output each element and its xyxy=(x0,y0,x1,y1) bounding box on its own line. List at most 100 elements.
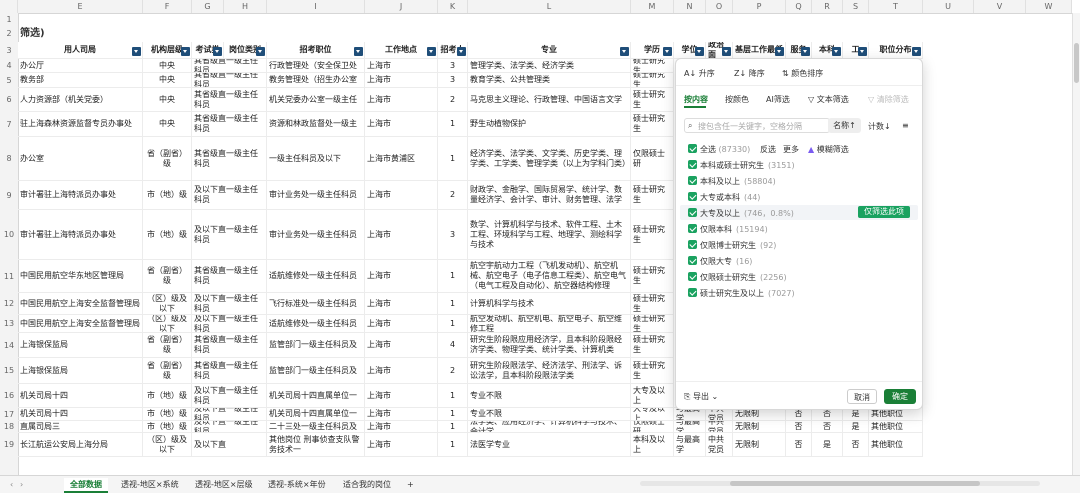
table-cell[interactable]: 及以下直一级主任科员 xyxy=(192,384,267,408)
table-cell[interactable]: 1 xyxy=(438,433,468,457)
filter-dropdown-icon[interactable] xyxy=(256,47,265,56)
table-cell[interactable]: 二十三处一级主任科员及 xyxy=(267,421,365,433)
table-cell[interactable]: 机关司局十四直属单位一 xyxy=(267,408,365,421)
row-number[interactable]: 11 xyxy=(0,260,18,293)
column-letter[interactable]: N xyxy=(674,0,706,13)
filter-item-checkbox[interactable] xyxy=(688,240,697,249)
table-cell[interactable]: 中国民用航空华东地区管理局 xyxy=(18,260,143,293)
column-letter[interactable]: F xyxy=(143,0,192,13)
column-letter[interactable]: Q xyxy=(786,0,812,13)
table-cell[interactable]: 1 xyxy=(438,137,468,181)
next-sheet-icon[interactable]: › xyxy=(14,478,29,491)
table-cell[interactable]: 是 xyxy=(812,433,843,457)
table-cell[interactable]: 省（副省）级 xyxy=(143,260,192,293)
column-letter[interactable]: L xyxy=(468,0,631,13)
table-cell[interactable]: 审计业务处一级主任科员 xyxy=(267,181,365,210)
table-cell[interactable]: 中国民用航空上海安全监督管理局 xyxy=(18,293,143,315)
table-cell[interactable]: 人力资源部（机关党委） xyxy=(18,88,143,112)
table-cell[interactable]: 省（副省）级 xyxy=(143,137,192,181)
table-cell[interactable]: 中国民用航空上海安全监督管理局 xyxy=(18,315,143,333)
filter-item-label[interactable]: 仅限博士研究生 (92) xyxy=(700,240,776,251)
column-letter[interactable]: T xyxy=(869,0,923,13)
table-cell[interactable]: 本科及以上 xyxy=(631,433,674,457)
cancel-button[interactable]: 取消 xyxy=(847,389,877,404)
export-button[interactable]: ⎘ 导出 ⌄ xyxy=(684,391,718,402)
table-cell[interactable]: 大专及以上 xyxy=(631,408,674,421)
table-cell[interactable]: 上海市 xyxy=(365,112,438,137)
table-cell[interactable]: 上海市 xyxy=(365,384,438,408)
column-letter[interactable]: J xyxy=(365,0,438,13)
filter-dropdown-icon[interactable] xyxy=(181,47,190,56)
filter-dropdown-icon[interactable] xyxy=(722,47,731,56)
table-cell[interactable]: 3 xyxy=(438,59,468,73)
table-cell[interactable]: 硕士研究生 xyxy=(631,59,674,73)
table-cell[interactable]: 驻上海森林资源监督专员办事处 xyxy=(18,112,143,137)
table-cell[interactable]: 上海银保监局 xyxy=(18,333,143,358)
row-number[interactable]: 10 xyxy=(0,210,18,260)
table-cell[interactable]: 教务部 xyxy=(18,73,143,88)
table-cell[interactable]: 及以下直一级主任科员 xyxy=(192,181,267,210)
table-cell[interactable]: 教育学类、公共管理类 xyxy=(468,73,631,88)
table-cell[interactable]: 2 xyxy=(438,358,468,384)
add-sheet-button[interactable]: + xyxy=(401,478,420,491)
table-cell[interactable]: 法医学专业 xyxy=(468,433,631,457)
table-cell[interactable]: 审计署驻上海特派员办事处 xyxy=(18,181,143,210)
table-cell[interactable]: 与最高学 xyxy=(674,433,706,457)
vertical-scrollbar[interactable] xyxy=(1072,13,1080,475)
sheet-tab[interactable]: 全部数据 xyxy=(64,478,108,493)
row-number[interactable]: 7 xyxy=(0,112,18,137)
filter-item-checkbox[interactable] xyxy=(688,272,697,281)
table-cell[interactable]: 市（地）级 xyxy=(143,210,192,260)
select-all-checkbox[interactable] xyxy=(688,144,697,153)
table-cell[interactable]: 监管部门一级主任科员及 xyxy=(267,333,365,358)
table-cell[interactable]: 及以下直 xyxy=(192,433,267,457)
table-cell[interactable]: 财政学、金融学、国际贸易学、统计学、数量经济学、会计学、审计、财务管理、法学 xyxy=(468,181,631,210)
table-cell[interactable]: 1 xyxy=(438,408,468,421)
table-cell[interactable]: 研究生阶段限法学、经济法学、刑法学、诉讼法学，且本科阶段限法学类 xyxy=(468,358,631,384)
column-letter[interactable]: I xyxy=(267,0,365,13)
table-cell[interactable]: 专业不限 xyxy=(468,384,631,408)
filter-item-checkbox[interactable] xyxy=(688,192,697,201)
table-cell[interactable]: 监管部门一级主任科员及 xyxy=(267,358,365,384)
table-cell[interactable]: 上海市 xyxy=(365,260,438,293)
table-cell[interactable]: 办公厅 xyxy=(18,59,143,73)
row-number[interactable]: 1 xyxy=(0,13,18,26)
table-cell[interactable]: 中央 xyxy=(143,59,192,73)
table-cell[interactable]: 中共党员 xyxy=(706,433,733,457)
table-cell[interactable]: 经济学类、法学类、文学类、历史学类、理学类、工学类、管理学类（以上为学科门类） xyxy=(468,137,631,181)
table-cell[interactable]: 上海市 xyxy=(365,293,438,315)
table-cell[interactable]: 马克思主义理论、行政管理、中国语言文学 xyxy=(468,88,631,112)
column-letter[interactable]: M xyxy=(631,0,674,13)
table-cell[interactable]: 中央 xyxy=(143,112,192,137)
table-cell[interactable]: 上海市 xyxy=(365,433,438,457)
table-cell[interactable]: 市（地）级 xyxy=(143,181,192,210)
table-cell[interactable]: 及以下直一级主任科员 xyxy=(192,210,267,260)
filter-dropdown-icon[interactable] xyxy=(213,47,222,56)
more-button[interactable]: 更多 xyxy=(783,144,799,155)
filter-dropdown-icon[interactable] xyxy=(775,47,784,56)
filter-item-label[interactable]: 仅限硕士研究生 (2256) xyxy=(700,272,787,283)
filter-item-label[interactable]: 本科或硕士研究生 (3151) xyxy=(700,160,795,171)
filter-item-label[interactable]: 仅限本科 (15194) xyxy=(700,224,768,235)
tab-ai-filter[interactable]: AI筛选 xyxy=(766,94,790,105)
filter-item-checkbox[interactable] xyxy=(688,208,697,217)
table-cell[interactable]: 其省级直一级主任科员 xyxy=(192,59,267,73)
table-cell[interactable]: 其他职位 xyxy=(869,421,923,433)
corner-cell[interactable] xyxy=(0,0,18,13)
filter-item-checkbox[interactable] xyxy=(688,176,697,185)
table-cell[interactable]: 省（副省）级 xyxy=(143,358,192,384)
row-number[interactable]: 2 xyxy=(0,26,18,42)
sort-by-name-button[interactable]: 名称↑ xyxy=(828,118,861,133)
table-cell[interactable]: 其省级直一级主任科员 xyxy=(192,137,267,181)
table-cell[interactable]: 2 xyxy=(438,88,468,112)
row-number[interactable]: 6 xyxy=(0,88,18,112)
table-cell[interactable]: 硕士研究生 xyxy=(631,181,674,210)
table-cell[interactable]: 中央 xyxy=(143,88,192,112)
table-cell[interactable]: 4 xyxy=(438,333,468,358)
table-cell[interactable]: 一级主任科员及以下 xyxy=(267,137,365,181)
filter-item-label[interactable]: 硕士研究生及以上 (7027) xyxy=(700,288,795,299)
table-cell[interactable]: 硕士研究生 xyxy=(631,112,674,137)
table-cell[interactable]: 其省级直一级主任科员 xyxy=(192,112,267,137)
filter-item-checkbox[interactable] xyxy=(688,160,697,169)
row-number[interactable]: 8 xyxy=(0,137,18,181)
